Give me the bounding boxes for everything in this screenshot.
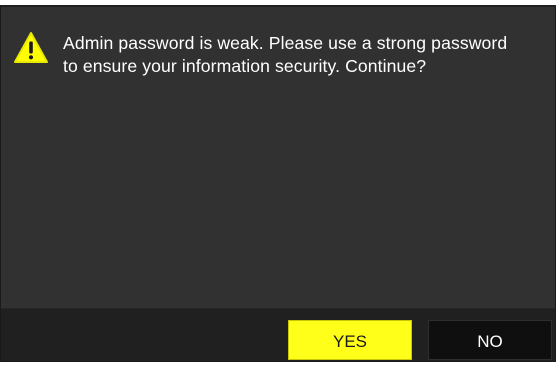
weak-password-dialog: Admin password is weak. Please use a str… (0, 5, 556, 362)
dialog-message-line-2: to ensure your information security. Con… (63, 56, 427, 76)
dialog-footer: YES NO (1, 308, 555, 361)
dialog-message-line-1: Admin password is weak. Please use a str… (63, 33, 508, 53)
dialog-message: Admin password is weak. Please use a str… (63, 32, 553, 78)
yes-button[interactable]: YES (288, 320, 412, 360)
warning-icon (13, 31, 49, 65)
no-button[interactable]: NO (428, 320, 552, 360)
dialog-body: Admin password is weak. Please use a str… (1, 7, 555, 314)
